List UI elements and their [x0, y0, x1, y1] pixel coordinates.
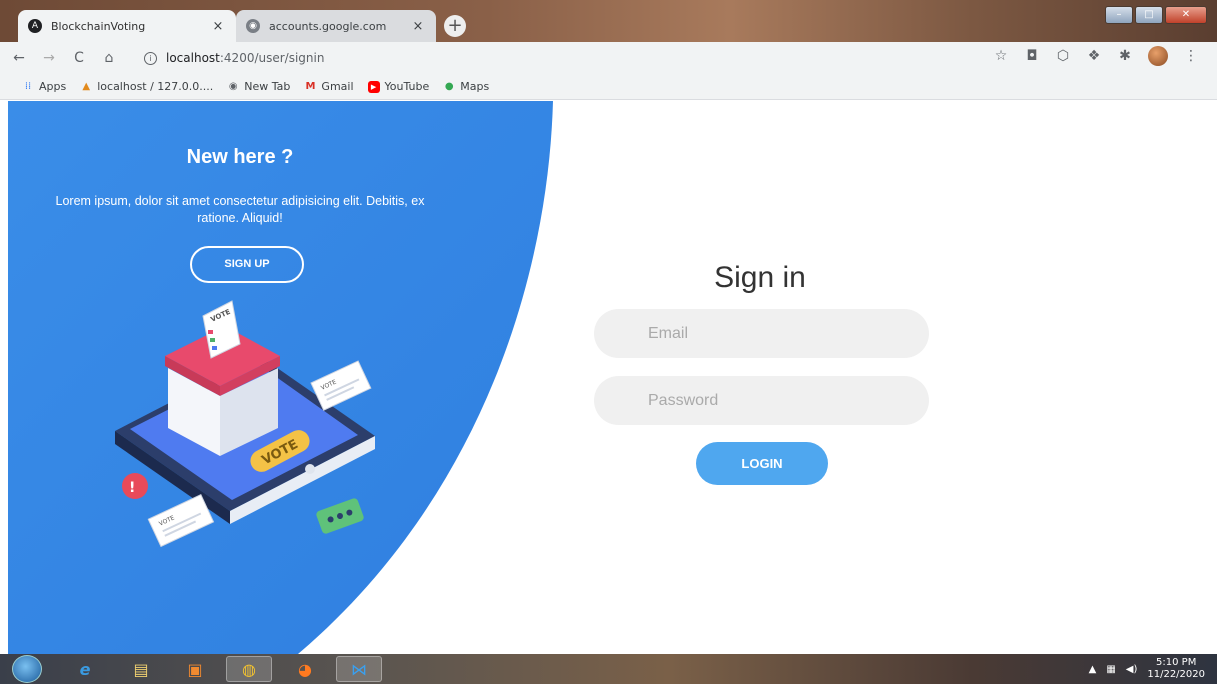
maximize-button[interactable]: □	[1135, 6, 1163, 24]
extensions-area: ☆ ◘ ⬡ ❖ ✱ ⋮	[993, 46, 1199, 66]
network-icon[interactable]: ▦	[1106, 664, 1115, 675]
apps-grid-icon: ⁞⁞	[24, 80, 32, 92]
svg-text:!: !	[129, 480, 135, 496]
bookmark-localhost[interactable]: ▲ localhost / 127.0.0....	[80, 80, 213, 93]
back-icon[interactable]: ←	[8, 47, 30, 69]
signup-panel: New here ? Lorem ipsum, dolor sit amet c…	[40, 146, 440, 227]
system-tray: ▲ ▦ ◀) 5:10 PM 11/22/2020	[1089, 657, 1205, 681]
window-controls: – □ ✕	[1105, 6, 1207, 24]
youtube-icon: ▶	[367, 80, 380, 93]
password-field[interactable]: Password	[594, 376, 929, 425]
home-icon[interactable]: ⌂	[98, 47, 120, 69]
bookmark-gmail[interactable]: M Gmail	[304, 80, 353, 93]
bookmark-label: YouTube	[384, 80, 430, 93]
bookmark-new-tab[interactable]: ◉ New Tab	[227, 80, 291, 93]
minimize-button[interactable]: –	[1105, 6, 1133, 24]
bookmark-label: Gmail	[321, 80, 354, 93]
password-placeholder: Password	[648, 391, 719, 409]
tab-blockchainvoting[interactable]: A BlockchainVoting ×	[18, 10, 236, 42]
clock-time: 5:10 PM	[1156, 657, 1197, 668]
phpmyadmin-icon: ▲	[82, 80, 91, 92]
angular-icon: A	[28, 19, 42, 33]
new-tab-button[interactable]: +	[444, 15, 466, 37]
chrome-icon[interactable]: ◍	[226, 656, 272, 682]
globe-icon: ◉	[246, 19, 260, 33]
reload-icon[interactable]: C	[68, 47, 90, 69]
clock-date: 11/22/2020	[1147, 669, 1205, 680]
volume-icon[interactable]: ◀)	[1126, 664, 1138, 675]
panel-description: Lorem ipsum, dolor sit amet consectetur …	[55, 194, 425, 225]
firefox-icon[interactable]: ◕	[282, 656, 328, 682]
url-host: localhost	[166, 51, 220, 65]
tab-google-accounts[interactable]: ◉ accounts.google.com ×	[236, 10, 436, 42]
avatar[interactable]	[1148, 46, 1168, 66]
close-tab-icon[interactable]: ×	[210, 19, 226, 34]
new-here-heading: New here ?	[186, 146, 294, 168]
clock[interactable]: 5:10 PM 11/22/2020	[1147, 657, 1205, 681]
vscode-icon[interactable]: ⋈	[336, 656, 382, 682]
forward-icon[interactable]: →	[38, 47, 60, 69]
gmail-icon: M	[305, 80, 316, 92]
bookmark-label: New Tab	[244, 80, 291, 93]
login-button[interactable]: LOGIN	[696, 442, 828, 485]
windows-taskbar: e ▤ ▣ ◍ ◕ ⋈ ▲ ▦ ◀) 5:10 PM 11/22/2020	[0, 654, 1217, 684]
media-player-icon[interactable]: ▣	[172, 656, 218, 682]
info-icon[interactable]: i	[144, 51, 157, 65]
start-button[interactable]	[12, 655, 42, 683]
url-path: :4200/user/signin	[219, 51, 325, 65]
tab-title: accounts.google.com	[269, 19, 387, 33]
bookmark-label: Maps	[460, 80, 490, 93]
close-tab-icon[interactable]: ×	[410, 19, 426, 34]
bookmark-label: localhost / 127.0.0....	[97, 80, 214, 93]
tab-strip: A BlockchainVoting × ◉ accounts.google.c…	[0, 0, 1217, 42]
internet-explorer-icon[interactable]: e	[62, 656, 108, 682]
close-window-button[interactable]: ✕	[1165, 6, 1207, 24]
tray-expand-icon[interactable]: ▲	[1089, 664, 1097, 675]
page-content: New here ? Lorem ipsum, dolor sit amet c…	[0, 101, 1217, 654]
bookmark-maps[interactable]: ● Maps	[443, 80, 489, 93]
bookmark-label: Apps	[39, 80, 67, 93]
globe-icon: ◉	[228, 80, 238, 92]
tab-title: BlockchainVoting	[51, 19, 146, 33]
voting-illustration: VOTE VOTE VOTE VOTE !	[115, 300, 375, 548]
bookmarks-bar: ⁞⁞ Apps ▲ localhost / 127.0.0.... ◉ New …	[0, 74, 1217, 100]
email-placeholder: Email	[648, 324, 689, 342]
screen: A BlockchainVoting × ◉ accounts.google.c…	[0, 0, 1217, 684]
file-explorer-icon[interactable]: ▤	[118, 656, 164, 682]
address-bar[interactable]: i localhost:4200/user/signin	[134, 46, 994, 70]
extension-icon[interactable]: ❖	[1086, 48, 1102, 64]
sign-up-button[interactable]: SIGN UP	[190, 246, 304, 283]
bookmark-star-icon[interactable]: ☆	[993, 48, 1009, 64]
menu-icon[interactable]: ⋮	[1183, 48, 1199, 64]
camera-icon[interactable]: ◘	[1024, 48, 1040, 64]
maps-icon: ●	[444, 80, 454, 92]
bookmark-youtube[interactable]: ▶ YouTube	[367, 80, 430, 93]
bookmark-apps[interactable]: ⁞⁞ Apps	[22, 80, 66, 93]
email-field[interactable]: Email	[594, 309, 929, 358]
sign-in-title: Sign in	[714, 261, 806, 294]
puzzle-icon[interactable]: ✱	[1117, 48, 1133, 64]
shield-icon[interactable]: ⬡	[1055, 48, 1071, 64]
